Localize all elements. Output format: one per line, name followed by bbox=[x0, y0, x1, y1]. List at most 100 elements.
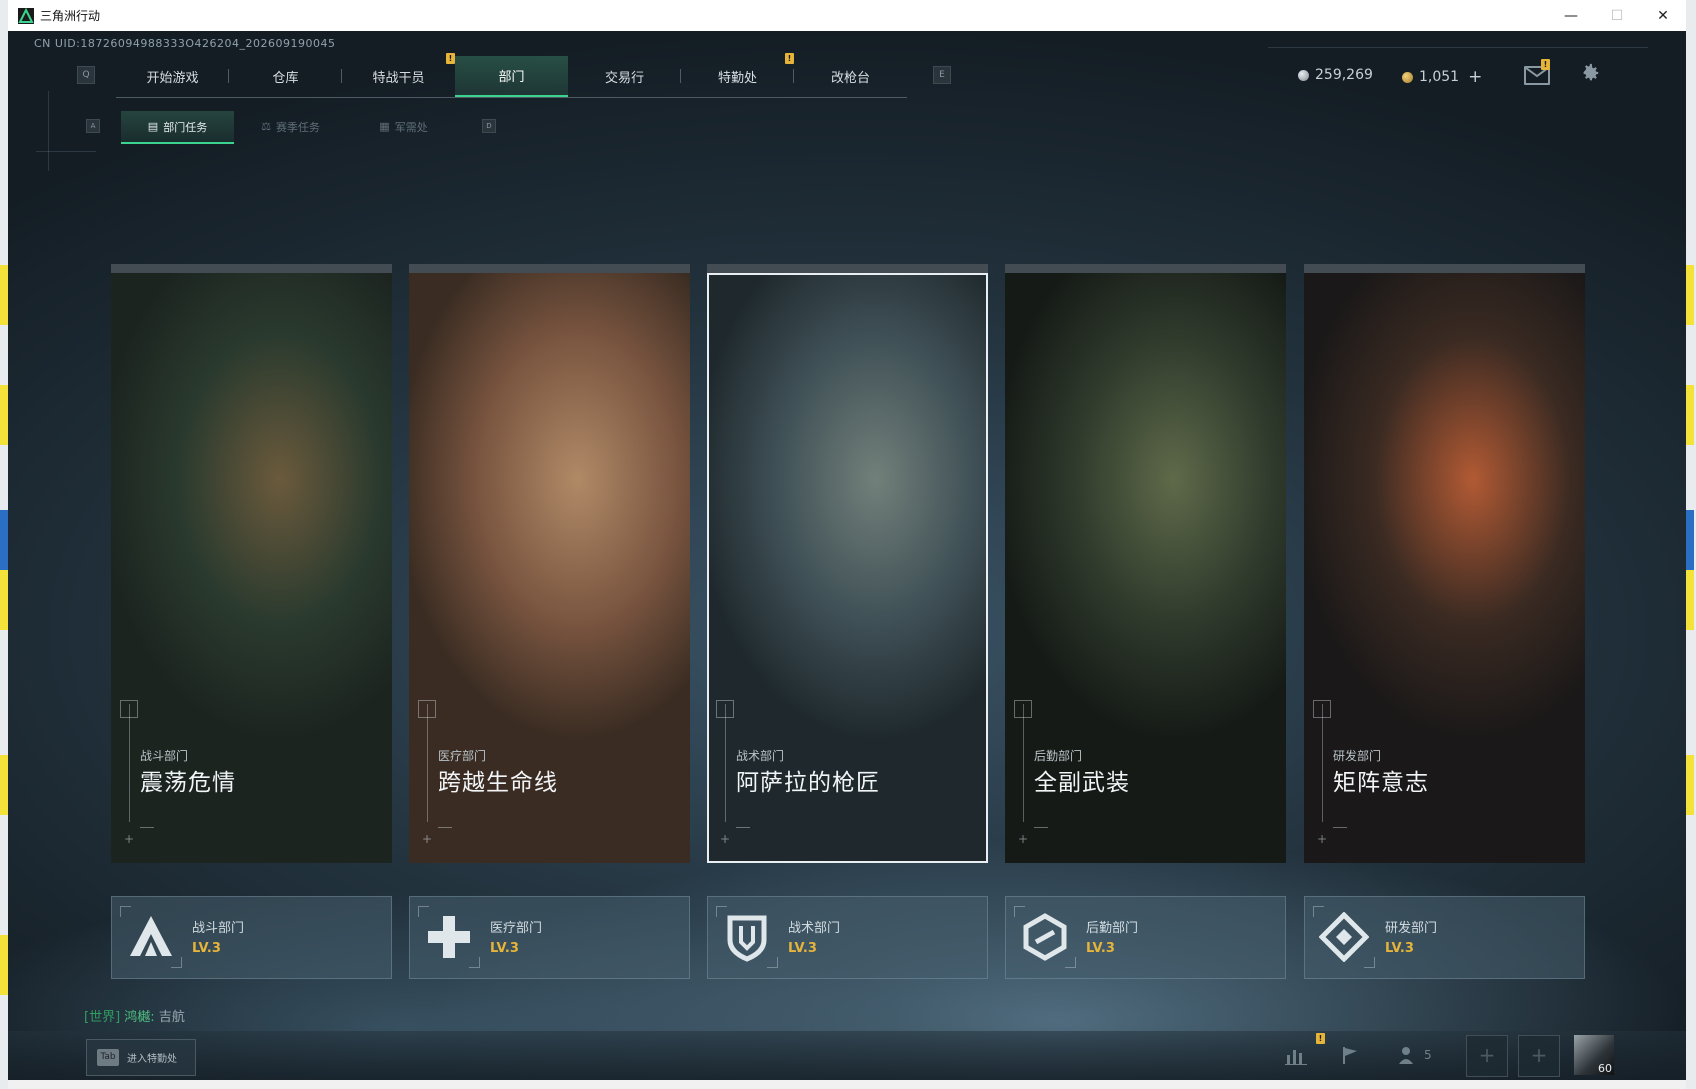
enter-special-ops-label: 进入特勤处 bbox=[127, 1054, 177, 1065]
plus-mark-icon: + bbox=[720, 832, 731, 846]
tab-gunsmith[interactable]: 改枪台 bbox=[794, 56, 907, 97]
subtab-department-missions[interactable]: ▤ 部门任务 bbox=[121, 111, 234, 144]
nav-prev-key-hint[interactable]: Q bbox=[77, 66, 95, 84]
team-slot-add-button[interactable]: + bbox=[1466, 1035, 1508, 1077]
tab-key-hint: Tab bbox=[97, 1049, 119, 1066]
card-accent-line bbox=[1322, 704, 1323, 822]
plus-mark-icon: + bbox=[422, 832, 433, 846]
mission-title: 跨越生命线 bbox=[438, 770, 558, 796]
department-card-tactical[interactable]: 战术部门 阿萨拉的枪匠 + bbox=[707, 264, 988, 863]
subnav-next-key-hint[interactable]: D bbox=[482, 119, 496, 133]
logo-frame-corner bbox=[120, 906, 131, 917]
department-card-combat[interactable]: 战斗部门 震荡危情 + bbox=[111, 264, 392, 863]
tab-label: 部门 bbox=[498, 70, 525, 85]
tab-label: 特勤处 bbox=[717, 71, 757, 86]
hud-line bbox=[48, 91, 49, 171]
department-name: 研发部门 bbox=[1385, 921, 1438, 936]
app-logo-icon bbox=[18, 7, 34, 24]
nav-next-key-hint[interactable]: E bbox=[933, 66, 951, 84]
card-header-strip bbox=[707, 264, 988, 273]
department-label: 战斗部门 bbox=[140, 749, 189, 763]
card-header-strip bbox=[1005, 264, 1286, 273]
minimize-button[interactable]: — bbox=[1548, 0, 1594, 31]
add-currency-button[interactable]: + bbox=[1468, 67, 1482, 87]
logo-frame-corner bbox=[767, 957, 778, 968]
ticket-coin-icon bbox=[1402, 71, 1413, 83]
tab-label: 仓库 bbox=[272, 71, 299, 86]
department-card-logistics[interactable]: 后勤部门 全副武装 + bbox=[1005, 264, 1286, 863]
game-viewport: CN UID:18726094988333O426204_20260919004… bbox=[8, 31, 1686, 1080]
tab-trading[interactable]: 交易行 bbox=[568, 56, 681, 97]
plus-mark-icon: + bbox=[1317, 832, 1328, 846]
plus-mark-icon: + bbox=[1018, 832, 1029, 846]
tab-label: 改枪台 bbox=[830, 71, 870, 86]
department-name: 战术部门 bbox=[788, 921, 841, 936]
tab-label: 开始游戏 bbox=[146, 71, 199, 86]
player-level: 60 bbox=[1598, 1062, 1612, 1075]
department-level: LV.3 bbox=[192, 941, 221, 956]
logo-frame-corner bbox=[418, 906, 429, 917]
bottom-bar bbox=[8, 1031, 1686, 1080]
crate-icon: ▦ bbox=[379, 120, 390, 133]
subnav-prev-key-hint[interactable]: A bbox=[86, 119, 100, 133]
shield-icon bbox=[716, 906, 778, 968]
enter-special-ops-button[interactable]: Tab 进入特勤处 bbox=[86, 1039, 196, 1076]
department-info-research[interactable]: 研发部门 LV.3 bbox=[1304, 896, 1585, 979]
card-accent-line bbox=[725, 704, 726, 822]
department-card-medical[interactable]: 医疗部门 跨越生命线 + bbox=[409, 264, 690, 863]
department-info-medical[interactable]: 医疗部门 LV.3 bbox=[409, 896, 690, 979]
department-info-logistics[interactable]: 后勤部门 LV.3 bbox=[1005, 896, 1286, 979]
department-name: 后勤部门 bbox=[1086, 921, 1139, 936]
team-slot-add-button[interactable]: + bbox=[1518, 1035, 1560, 1077]
subtab-label: 赛季任务 bbox=[275, 120, 320, 134]
department-label: 战术部门 bbox=[736, 749, 785, 763]
department-name: 医疗部门 bbox=[490, 921, 543, 936]
logo-frame-corner bbox=[716, 906, 727, 917]
maximize-button[interactable]: ☐ bbox=[1594, 0, 1640, 31]
logo-frame-corner bbox=[1313, 906, 1324, 917]
logo-frame-corner bbox=[1014, 906, 1025, 917]
department-info-tactical[interactable]: 战术部门 LV.3 bbox=[707, 896, 988, 979]
plus-mark-icon: + bbox=[124, 832, 135, 846]
department-info-combat[interactable]: 战斗部门 LV.3 bbox=[111, 896, 392, 979]
card-accent-line bbox=[129, 704, 130, 822]
tab-special-ops[interactable]: 特勤处 ! bbox=[681, 53, 794, 97]
coin-amount: 259,269 bbox=[1315, 67, 1373, 83]
world-chat-line[interactable]: [世界] 鸿樾: 吉航 bbox=[84, 1006, 185, 1025]
ticket-balance: 1,051 + bbox=[1402, 67, 1482, 87]
medical-cross-icon bbox=[418, 906, 480, 968]
tab-start-game[interactable]: 开始游戏 bbox=[116, 56, 229, 97]
logo-frame-corner bbox=[469, 957, 480, 968]
notification-badge: ! bbox=[446, 53, 455, 64]
card-dash bbox=[438, 827, 452, 828]
department-level: LV.3 bbox=[788, 941, 817, 956]
chat-channel: [世界] bbox=[84, 1010, 121, 1025]
friends-icon[interactable]: 5 bbox=[1398, 1045, 1432, 1065]
department-label: 研发部门 bbox=[1333, 749, 1382, 763]
mission-title: 阿萨拉的枪匠 bbox=[736, 770, 880, 796]
subtab-quartermaster[interactable]: ▦ 军需处 bbox=[347, 111, 460, 142]
hud-line bbox=[1268, 47, 1648, 48]
crest-icon: ⚖ bbox=[261, 120, 271, 133]
tab-department[interactable]: 部门 bbox=[455, 56, 568, 97]
coin-balance: 259,269 bbox=[1298, 67, 1373, 83]
friends-count: 5 bbox=[1424, 1048, 1432, 1062]
player-avatar[interactable]: 60 bbox=[1574, 1035, 1614, 1075]
sub-nav: ▤ 部门任务 ⚖ 赛季任务 ▦ 军需处 bbox=[121, 111, 460, 144]
department-level: LV.3 bbox=[490, 941, 519, 956]
card-accent-line bbox=[427, 704, 428, 822]
card-dash bbox=[736, 827, 750, 828]
subtab-season-missions[interactable]: ⚖ 赛季任务 bbox=[234, 111, 347, 142]
mission-title: 全副武装 bbox=[1034, 770, 1130, 796]
close-button[interactable]: ✕ bbox=[1640, 0, 1686, 31]
tab-warehouse[interactable]: 仓库 bbox=[229, 56, 342, 97]
stats-chart-icon[interactable] bbox=[1285, 1045, 1307, 1070]
chat-speaker: 鸿樾: bbox=[124, 1010, 155, 1025]
department-level: LV.3 bbox=[1086, 941, 1115, 956]
tab-operators[interactable]: 特战干员 ! bbox=[342, 53, 455, 97]
department-card-research[interactable]: 研发部门 矩阵意志 + bbox=[1304, 264, 1585, 863]
card-header-strip bbox=[111, 264, 392, 273]
card-header-strip bbox=[1304, 264, 1585, 273]
settings-gear-icon[interactable] bbox=[1579, 62, 1601, 84]
flag-icon[interactable] bbox=[1340, 1045, 1360, 1070]
